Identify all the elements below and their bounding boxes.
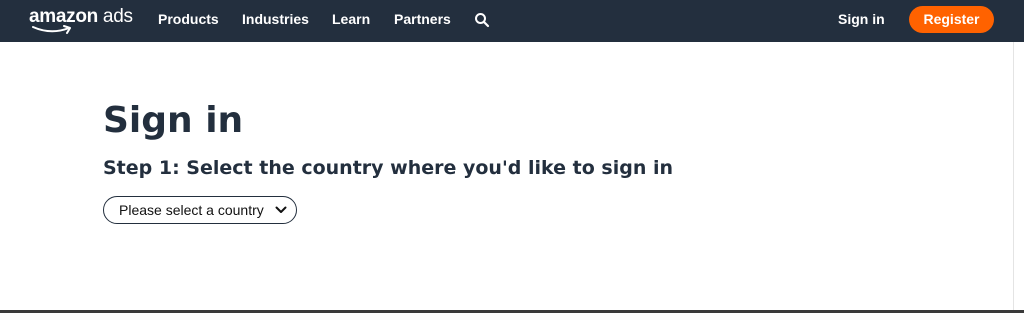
country-select-dropdown[interactable]: Please select a country [103, 196, 297, 224]
register-button[interactable]: Register [909, 6, 994, 33]
nav-industries[interactable]: Industries [242, 11, 309, 27]
chevron-down-icon [275, 206, 287, 213]
top-navigation-bar: amazon ads Products Industries Learn Par… [0, 0, 1024, 42]
nav-products[interactable]: Products [158, 11, 219, 27]
sign-in-link[interactable]: Sign in [838, 11, 885, 27]
smile-arrow-icon [32, 25, 71, 34]
page-title: Sign in [103, 100, 244, 141]
search-icon[interactable] [474, 12, 490, 28]
nav-partners[interactable]: Partners [394, 11, 451, 27]
country-select-label: Please select a country [119, 202, 264, 218]
step-instruction: Step 1: Select the country where you'd l… [103, 157, 673, 179]
amazon-ads-logo[interactable]: amazon ads [29, 6, 133, 36]
nav-learn[interactable]: Learn [332, 11, 370, 27]
scrollbar[interactable] [1013, 42, 1024, 310]
